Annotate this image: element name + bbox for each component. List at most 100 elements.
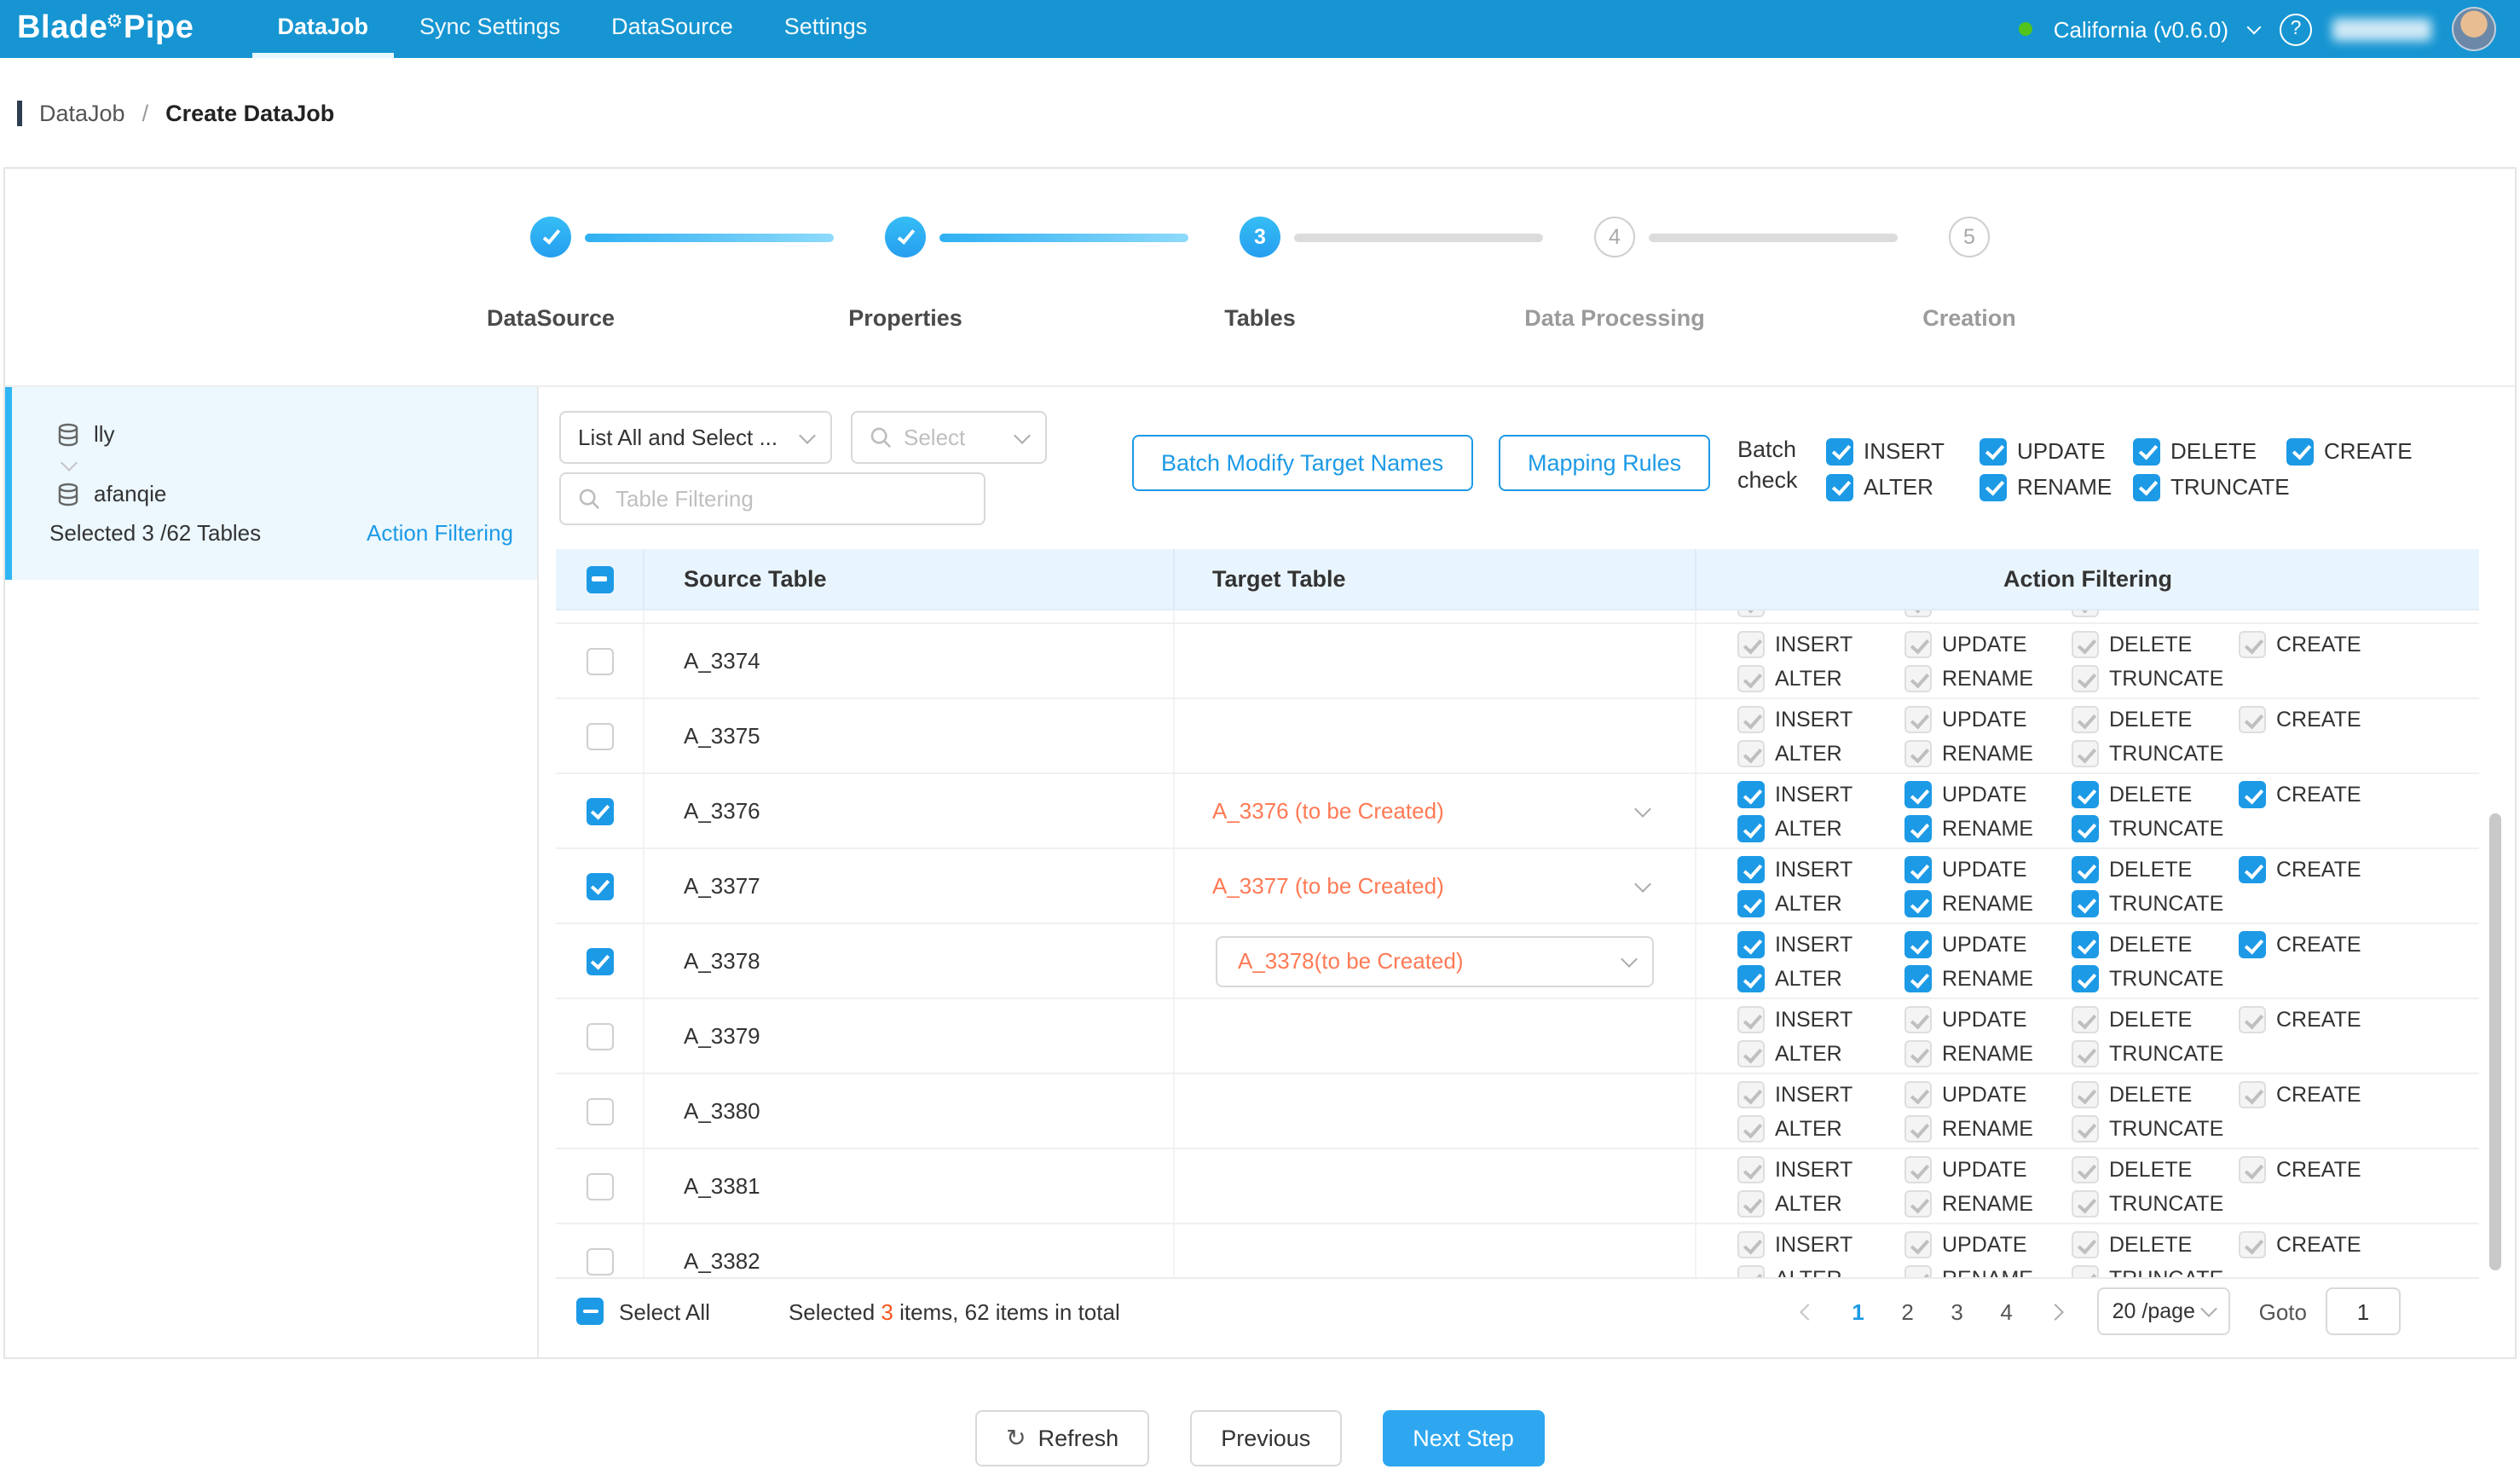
- checkbox-update[interactable]: [1904, 1231, 1932, 1258]
- checkbox-create[interactable]: [2239, 781, 2266, 808]
- batch-checkbox-truncate[interactable]: [2133, 473, 2160, 500]
- row-checkbox[interactable]: [586, 1172, 613, 1200]
- checkbox-insert[interactable]: [1737, 1006, 1765, 1033]
- checkbox-rename[interactable]: [1904, 1265, 1932, 1277]
- checkbox-insert[interactable]: [1737, 1156, 1765, 1183]
- checkbox-truncate[interactable]: [2072, 890, 2099, 917]
- refresh-button[interactable]: ↻Refresh: [975, 1410, 1149, 1466]
- checkbox-truncate[interactable]: [2072, 1190, 2099, 1218]
- target-table-select[interactable]: A_3378(to be Created): [1216, 935, 1654, 986]
- batch-modify-target-names-button[interactable]: Batch Modify Target Names: [1132, 435, 1472, 491]
- checkbox-alter[interactable]: [1737, 1040, 1765, 1067]
- row-checkbox[interactable]: [586, 1247, 613, 1275]
- table-filter-input[interactable]: [612, 484, 967, 513]
- mapping-rules-button[interactable]: Mapping Rules: [1499, 435, 1710, 491]
- target-table-select[interactable]: A_3377 (to be Created): [1175, 849, 1696, 923]
- avatar[interactable]: [2452, 7, 2496, 51]
- header-select-checkbox[interactable]: [586, 565, 613, 593]
- batch-checkbox-delete[interactable]: [2133, 437, 2160, 465]
- vertical-scrollbar[interactable]: [2489, 813, 2501, 1270]
- checkbox-delete[interactable]: [2072, 1231, 2099, 1258]
- checkbox-alter[interactable]: [1737, 815, 1765, 842]
- checkbox-update[interactable]: [1904, 706, 1932, 733]
- checkbox-alter[interactable]: [1737, 740, 1765, 767]
- row-checkbox[interactable]: [586, 1022, 613, 1050]
- checkbox-rename[interactable]: [1904, 815, 1932, 842]
- checkbox-update[interactable]: [1904, 631, 1932, 658]
- checkbox-rename[interactable]: [1904, 1040, 1932, 1067]
- checkbox-delete[interactable]: [2072, 706, 2099, 733]
- checkbox-update[interactable]: [1904, 781, 1932, 808]
- prev-page-button[interactable]: [1787, 1289, 1831, 1333]
- checkbox-truncate[interactable]: [2072, 815, 2099, 842]
- batch-checkbox-insert[interactable]: [1826, 437, 1853, 465]
- checkbox-update[interactable]: [1904, 931, 1932, 958]
- checkbox-create[interactable]: [2239, 1081, 2266, 1108]
- checkbox-rename[interactable]: [1904, 740, 1932, 767]
- checkbox-truncate[interactable]: [2072, 610, 2099, 617]
- checkbox-truncate[interactable]: [2072, 1040, 2099, 1067]
- checkbox-alter[interactable]: [1737, 890, 1765, 917]
- checkbox-delete[interactable]: [2072, 1081, 2099, 1108]
- checkbox-create[interactable]: [2239, 1156, 2266, 1183]
- checkbox-insert[interactable]: [1737, 631, 1765, 658]
- checkbox-rename[interactable]: [1904, 890, 1932, 917]
- checkbox-create[interactable]: [2239, 706, 2266, 733]
- nav-item-sync-settings[interactable]: Sync Settings: [394, 0, 586, 58]
- nav-item-datasource[interactable]: DataSource: [586, 0, 759, 58]
- action-filtering-link[interactable]: Action Filtering: [367, 520, 513, 546]
- chevron-down-icon[interactable]: [2247, 20, 2262, 34]
- checkbox-create[interactable]: [2239, 931, 2266, 958]
- checkbox-alter[interactable]: [1737, 1115, 1765, 1142]
- checkbox-insert[interactable]: [1737, 706, 1765, 733]
- checkbox-update[interactable]: [1904, 1081, 1932, 1108]
- checkbox-update[interactable]: [1904, 1156, 1932, 1183]
- checkbox-alter[interactable]: [1737, 1265, 1765, 1277]
- column-select[interactable]: Select: [851, 411, 1047, 464]
- checkbox-rename[interactable]: [1904, 965, 1932, 992]
- checkbox-truncate[interactable]: [2072, 740, 2099, 767]
- nav-item-settings[interactable]: Settings: [759, 0, 893, 58]
- checkbox-delete[interactable]: [2072, 631, 2099, 658]
- checkbox-delete[interactable]: [2072, 931, 2099, 958]
- checkbox-create[interactable]: [2239, 856, 2266, 883]
- checkbox-rename[interactable]: [1904, 610, 1932, 617]
- row-checkbox[interactable]: [586, 947, 613, 975]
- checkbox-insert[interactable]: [1737, 1231, 1765, 1258]
- checkbox-rename[interactable]: [1904, 1190, 1932, 1218]
- checkbox-create[interactable]: [2239, 631, 2266, 658]
- region-selector[interactable]: California (v0.6.0): [2054, 16, 2228, 42]
- db-pair-panel[interactable]: lly afanqie Selected 3 /62 Tables Action…: [5, 387, 537, 580]
- page-button-2[interactable]: 2: [1886, 1289, 1930, 1333]
- page-button-3[interactable]: 3: [1935, 1289, 1980, 1333]
- row-checkbox[interactable]: [586, 797, 613, 824]
- checkbox-alter[interactable]: [1737, 610, 1765, 617]
- checkbox-truncate[interactable]: [2072, 665, 2099, 692]
- batch-checkbox-alter[interactable]: [1826, 473, 1853, 500]
- checkbox-truncate[interactable]: [2072, 965, 2099, 992]
- checkbox-insert[interactable]: [1737, 781, 1765, 808]
- checkbox-delete[interactable]: [2072, 856, 2099, 883]
- next-step-button[interactable]: Next Step: [1382, 1410, 1545, 1466]
- next-page-button[interactable]: [2034, 1289, 2078, 1333]
- checkbox-alter[interactable]: [1737, 665, 1765, 692]
- checkbox-truncate[interactable]: [2072, 1115, 2099, 1142]
- list-mode-select[interactable]: List All and Select ...: [559, 411, 832, 464]
- batch-checkbox-update[interactable]: [1980, 437, 2007, 465]
- checkbox-update[interactable]: [1904, 1006, 1932, 1033]
- checkbox-update[interactable]: [1904, 856, 1932, 883]
- checkbox-insert[interactable]: [1737, 1081, 1765, 1108]
- row-checkbox[interactable]: [586, 1097, 613, 1125]
- nav-item-datajob[interactable]: DataJob: [252, 0, 395, 58]
- checkbox-insert[interactable]: [1737, 856, 1765, 883]
- breadcrumb-parent[interactable]: DataJob: [39, 100, 125, 125]
- select-all-checkbox[interactable]: [576, 1298, 604, 1325]
- page-button-4[interactable]: 4: [1985, 1289, 2029, 1333]
- checkbox-delete[interactable]: [2072, 781, 2099, 808]
- page-button-1[interactable]: 1: [1836, 1289, 1881, 1333]
- checkbox-alter[interactable]: [1737, 1190, 1765, 1218]
- checkbox-rename[interactable]: [1904, 665, 1932, 692]
- checkbox-create[interactable]: [2239, 1006, 2266, 1033]
- batch-checkbox-rename[interactable]: [1980, 473, 2007, 500]
- previous-button[interactable]: Previous: [1190, 1410, 1341, 1466]
